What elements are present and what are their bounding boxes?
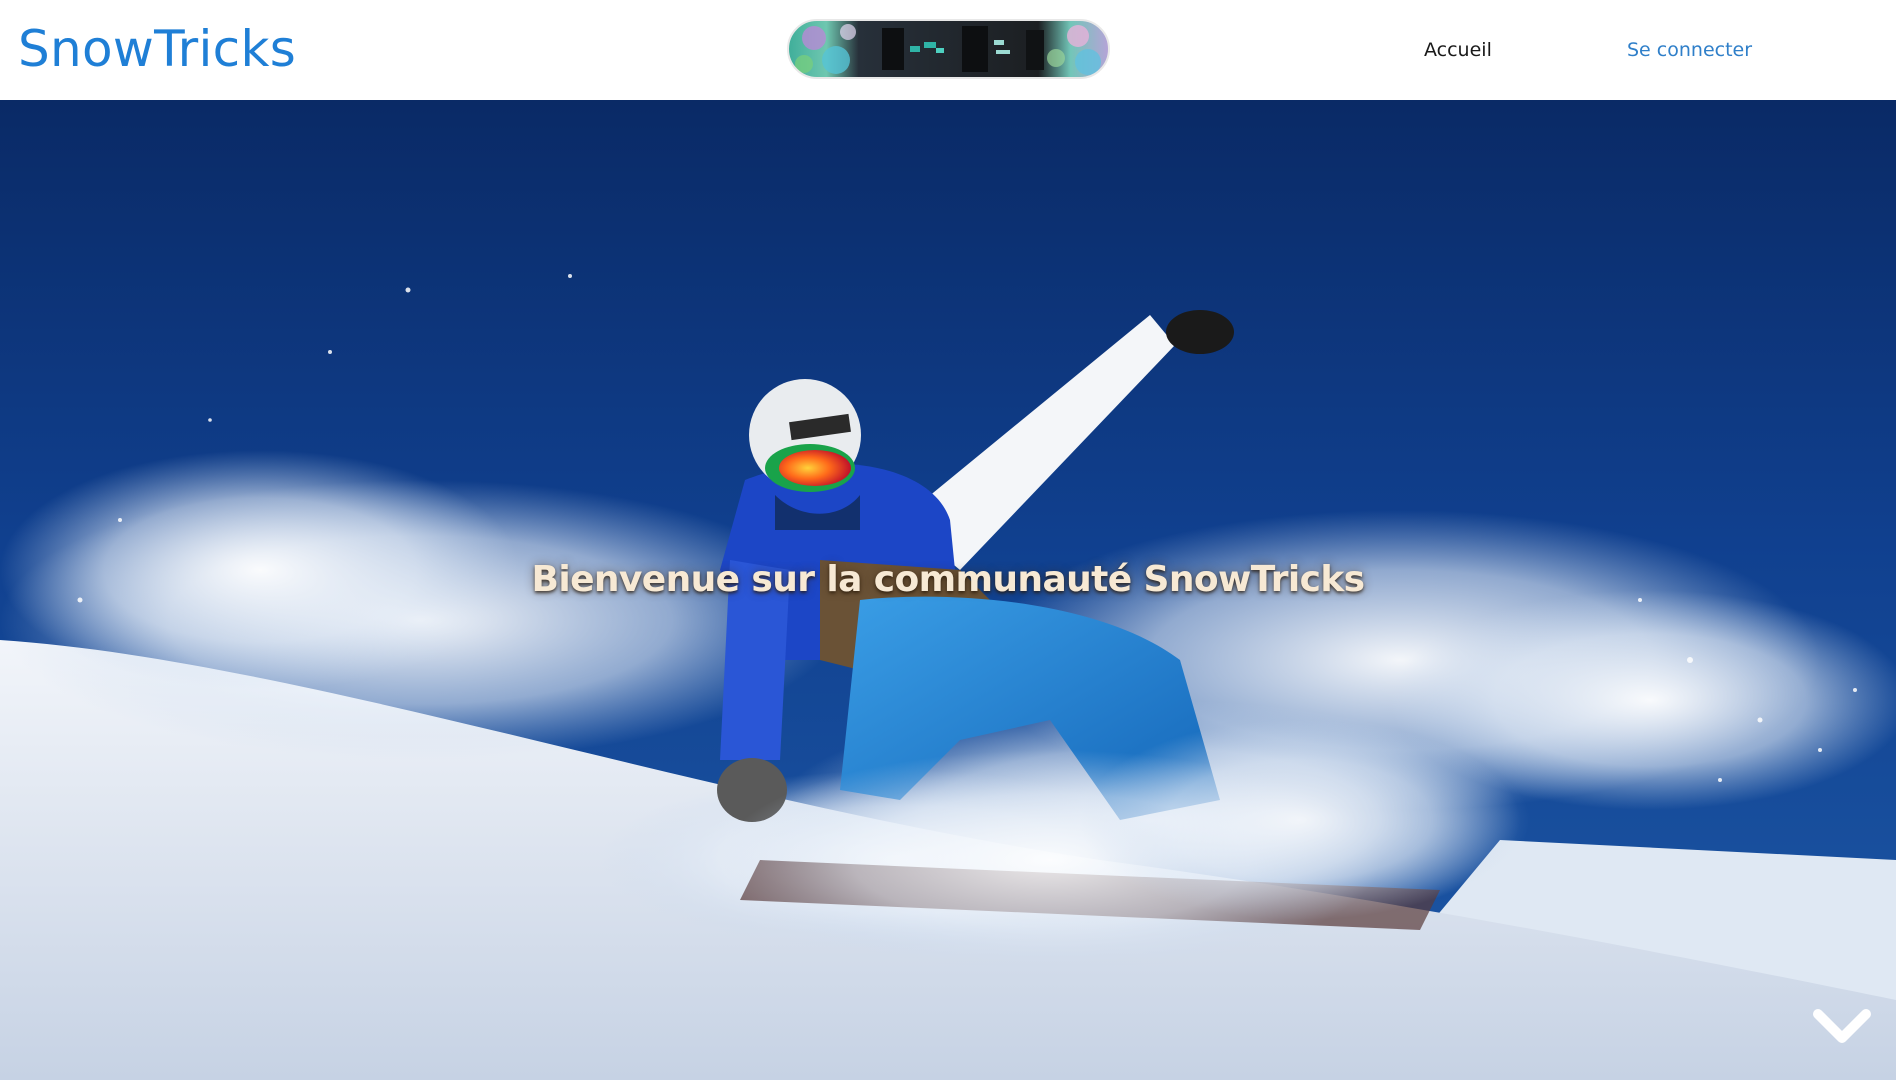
brand-link[interactable]: SnowTricks bbox=[18, 18, 296, 80]
site-header: SnowTricks Accueil Se connecter bbox=[0, 0, 1896, 100]
nav-login-link[interactable]: Se connecter bbox=[1627, 37, 1752, 63]
chevron-down-icon[interactable] bbox=[1812, 1002, 1872, 1050]
welcome-heading: Bienvenue sur la communauté SnowTricks bbox=[531, 559, 1365, 600]
nav-home-link[interactable]: Accueil bbox=[1424, 37, 1492, 63]
hero-section: Bienvenue sur la communauté SnowTricks bbox=[0, 100, 1896, 1080]
snowboard-icon bbox=[787, 19, 1110, 79]
